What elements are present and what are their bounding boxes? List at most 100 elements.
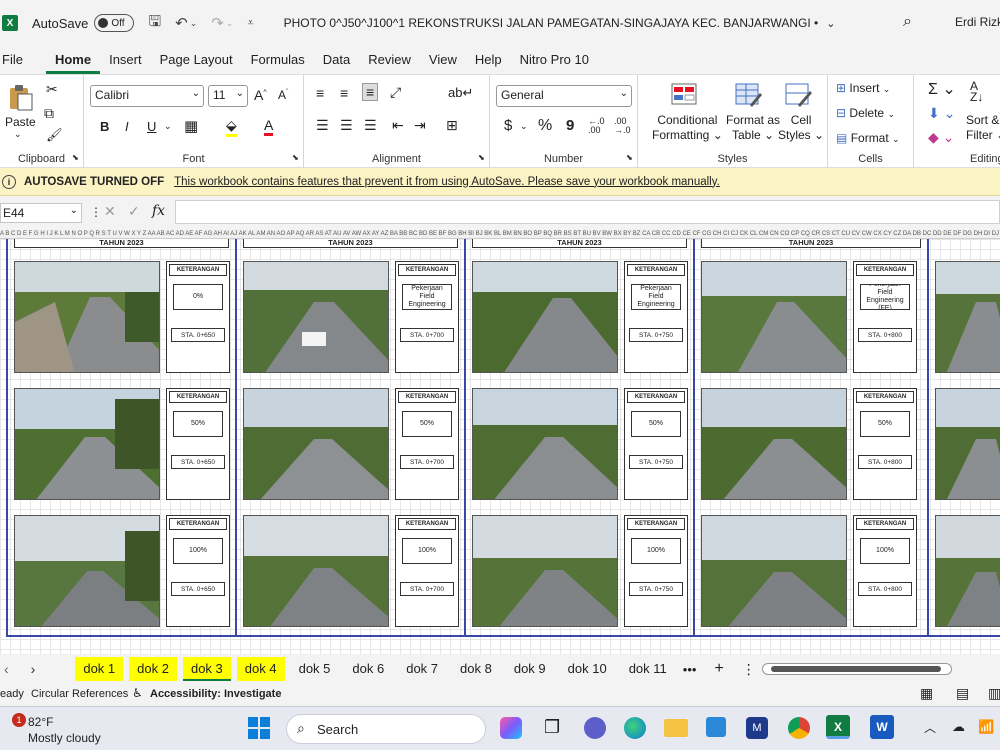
app-icon[interactable]: M [746, 717, 768, 739]
paste-dropdown-icon[interactable]: ⌄ [14, 129, 22, 140]
cancel-icon[interactable]: ✕ [104, 203, 116, 220]
worksheet[interactable]: A B C D E F G H I J K L M N O P Q R S T … [0, 230, 1000, 654]
currency-button[interactable]: $ [504, 117, 512, 134]
document-title[interactable]: PHOTO 0^J50^J100^1 REKONSTRUKSI JALAN PA… [284, 16, 819, 30]
tab-formulas[interactable]: Formulas [242, 46, 314, 74]
conditional-formatting-button[interactable]: Conditional Formatting ⌄ [652, 113, 723, 143]
search-icon[interactable]: ⌕ [903, 13, 912, 31]
normal-view-icon[interactable]: ▦ [920, 685, 933, 702]
decrease-decimal-icon[interactable]: .00 →.0 [614, 117, 631, 135]
paste-button[interactable]: Paste [5, 115, 36, 129]
more-sheets-icon[interactable]: ••• [683, 662, 697, 677]
italic-button[interactable]: I [125, 119, 129, 134]
copy-icon[interactable]: ⧉ [44, 105, 54, 122]
paste-icon[interactable] [6, 83, 34, 111]
site-photo[interactable] [14, 261, 160, 373]
sheet-tab-dok-6[interactable]: dok 6 [344, 657, 392, 681]
number-format-select[interactable]: General ⌄ [496, 85, 632, 107]
font-launcher-icon[interactable]: ⬊ [292, 153, 299, 162]
delete-cells-button[interactable]: ⊟ Delete ⌄ [836, 106, 895, 120]
title-dropdown-icon[interactable]: ⌄ [826, 17, 835, 30]
format-painter-icon[interactable]: 🖌 [46, 127, 63, 143]
site-photo[interactable] [701, 388, 847, 500]
prev-sheet-icon[interactable]: ‹ [4, 661, 9, 677]
word-taskbar-icon[interactable]: W [870, 715, 894, 739]
format-cells-button[interactable]: ▤ Format ⌄ [836, 131, 900, 145]
scrollbar-thumb[interactable] [770, 666, 941, 672]
site-photo[interactable] [472, 261, 618, 373]
underline-button[interactable]: U [147, 119, 156, 134]
tab-file[interactable]: File [0, 46, 32, 74]
number-launcher-icon[interactable]: ⬊ [626, 153, 633, 162]
merge-center-icon[interactable]: ⊞ [446, 117, 458, 134]
redo-icon[interactable]: ↷ [211, 14, 224, 32]
formula-input[interactable] [175, 200, 1000, 224]
tab-nitro[interactable]: Nitro Pro 10 [511, 46, 598, 74]
edge-icon[interactable] [624, 717, 646, 739]
site-photo[interactable] [935, 388, 1000, 500]
site-photo[interactable] [14, 515, 160, 627]
chrome-icon[interactable] [788, 717, 810, 739]
cut-icon[interactable]: ✂ [46, 81, 58, 98]
name-box[interactable]: E44 ⌄ [0, 203, 82, 223]
sheet-tab-dok-11[interactable]: dok 11 [621, 657, 675, 681]
tab-insert[interactable]: Insert [100, 46, 151, 74]
sheet-tab-dok-8[interactable]: dok 8 [452, 657, 500, 681]
increase-decimal-icon[interactable]: ←.0.00 [588, 117, 605, 135]
task-view-icon[interactable]: ❐ [544, 717, 560, 738]
copilot-icon[interactable] [500, 717, 522, 739]
teams-icon[interactable] [584, 717, 606, 739]
align-right-icon[interactable]: ☰ [364, 117, 377, 134]
more-options-icon[interactable]: ⋮ [90, 205, 102, 219]
column-headers[interactable]: A B C D E F G H I J K L M N O P Q R S T … [0, 230, 1000, 239]
font-name-select[interactable]: Calibri ⌄ [90, 85, 204, 107]
insert-function-button[interactable]: fx [152, 203, 165, 219]
tray-app-icon[interactable]: ☁ [952, 719, 965, 735]
decrease-font-icon[interactable]: Aˇ [278, 88, 288, 102]
sheet-tab-dok-9[interactable]: dok 9 [506, 657, 554, 681]
site-photo[interactable] [243, 261, 389, 373]
chevron-down-icon[interactable]: ⌄ [70, 205, 78, 216]
autosum-icon[interactable]: Σ ⌄ [928, 79, 956, 99]
sheet-tab-dok-4[interactable]: dok 4 [236, 657, 285, 681]
align-center-icon[interactable]: ☰ [340, 117, 353, 134]
tab-page-layout[interactable]: Page Layout [151, 46, 242, 74]
align-middle-icon[interactable]: ≡ [340, 85, 348, 101]
undo-icon[interactable]: ↶ [175, 14, 188, 32]
comma-button[interactable]: 9 [566, 117, 574, 134]
tab-view[interactable]: View [420, 46, 466, 74]
tabs-divider-icon[interactable]: ⋮ [742, 661, 756, 678]
site-photo[interactable] [243, 388, 389, 500]
insert-cells-button[interactable]: ⊞ Insert ⌄ [836, 81, 890, 95]
sheet-tab-dok-7[interactable]: dok 7 [398, 657, 446, 681]
accessibility-status[interactable]: Accessibility: Investigate [150, 688, 281, 700]
site-photo[interactable] [243, 515, 389, 627]
increase-indent-icon[interactable]: ⇥ [414, 117, 426, 134]
fill-color-icon[interactable]: ⬙ [226, 117, 237, 137]
site-photo[interactable] [701, 515, 847, 627]
tab-data[interactable]: Data [314, 46, 359, 74]
sort-filter-button[interactable]: Sort &Filter ⌄ [966, 113, 1000, 143]
cell-grid[interactable]: TAHUN 2023 KETERANGAN 0% STA. 0+650 KETE… [0, 239, 1000, 654]
site-photo[interactable] [472, 515, 618, 627]
user-name[interactable]: Erdi Rizky [955, 15, 1000, 29]
start-button[interactable] [248, 717, 270, 739]
underline-dropdown-icon[interactable]: ⌄ [164, 121, 172, 132]
alignment-launcher-icon[interactable]: ⬊ [478, 153, 485, 162]
sheet-tab-dok-3[interactable]: dok 3 [182, 657, 231, 681]
file-explorer-icon[interactable] [664, 719, 688, 737]
customize-toolbar-icon[interactable]: ⩡ [247, 17, 253, 30]
autosave-toggle[interactable]: Off [94, 14, 135, 32]
tab-home[interactable]: Home [45, 46, 101, 74]
sheet-tab-dok-1[interactable]: dok 1 [75, 657, 124, 681]
clipboard-launcher-icon[interactable]: ⬊ [72, 153, 79, 162]
font-color-icon[interactable]: A [264, 117, 274, 136]
format-as-table-button[interactable]: Format as Table ⌄ [726, 113, 780, 143]
site-photo[interactable] [935, 261, 1000, 373]
orientation-icon[interactable]: ⤢ [390, 84, 401, 101]
font-size-select[interactable]: 11 ⌄ [208, 85, 248, 107]
network-icon[interactable]: 📶 [978, 719, 994, 735]
align-top-icon[interactable]: ≡ [316, 85, 324, 101]
enter-icon[interactable]: ✓ [128, 203, 140, 220]
tray-chevron-icon[interactable]: ︿ [924, 719, 936, 736]
